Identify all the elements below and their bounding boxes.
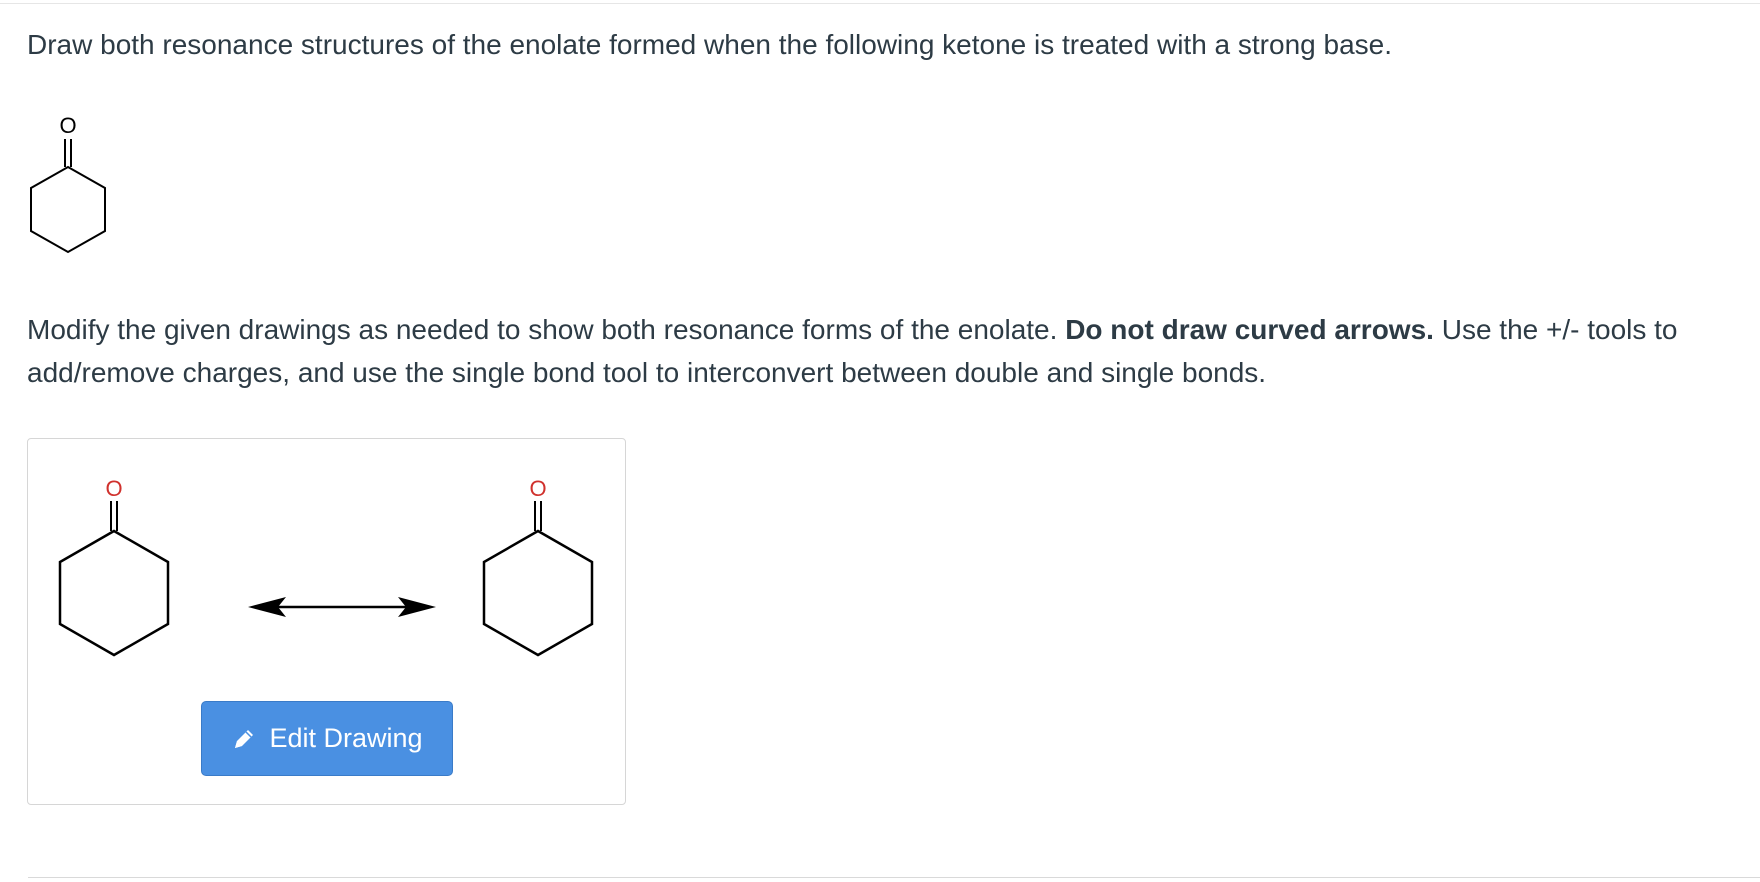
right-oxygen-label: O — [529, 476, 546, 501]
pencil-icon — [235, 729, 254, 748]
instructions-text: Modify the given drawings as needed to s… — [27, 308, 1737, 394]
ketone-ring — [30, 165, 106, 254]
left-structure: O — [58, 476, 170, 657]
left-oxygen-label: O — [105, 476, 122, 501]
top-divider — [0, 3, 1760, 4]
left-ring — [58, 529, 170, 657]
ketone-oxygen-label: O — [59, 113, 76, 138]
right-ring — [482, 529, 594, 657]
resonance-arrow — [248, 597, 436, 617]
instructions-bold: Do not draw curved arrows. — [1065, 314, 1434, 345]
bottom-divider — [28, 877, 1760, 878]
drawing-panel: O O Edit Drawing — [27, 438, 626, 805]
instructions-part1: Modify the given drawings as needed to s… — [27, 314, 1066, 345]
enolate-drawing: O O — [58, 476, 594, 657]
cyclohexanone-structure: O — [30, 113, 106, 254]
edit-drawing-label: Edit Drawing — [269, 723, 423, 753]
edit-drawing-button[interactable]: Edit Drawing — [201, 701, 453, 776]
right-structure: O — [482, 476, 594, 657]
question-prompt: Draw both resonance structures of the en… — [27, 29, 1392, 60]
